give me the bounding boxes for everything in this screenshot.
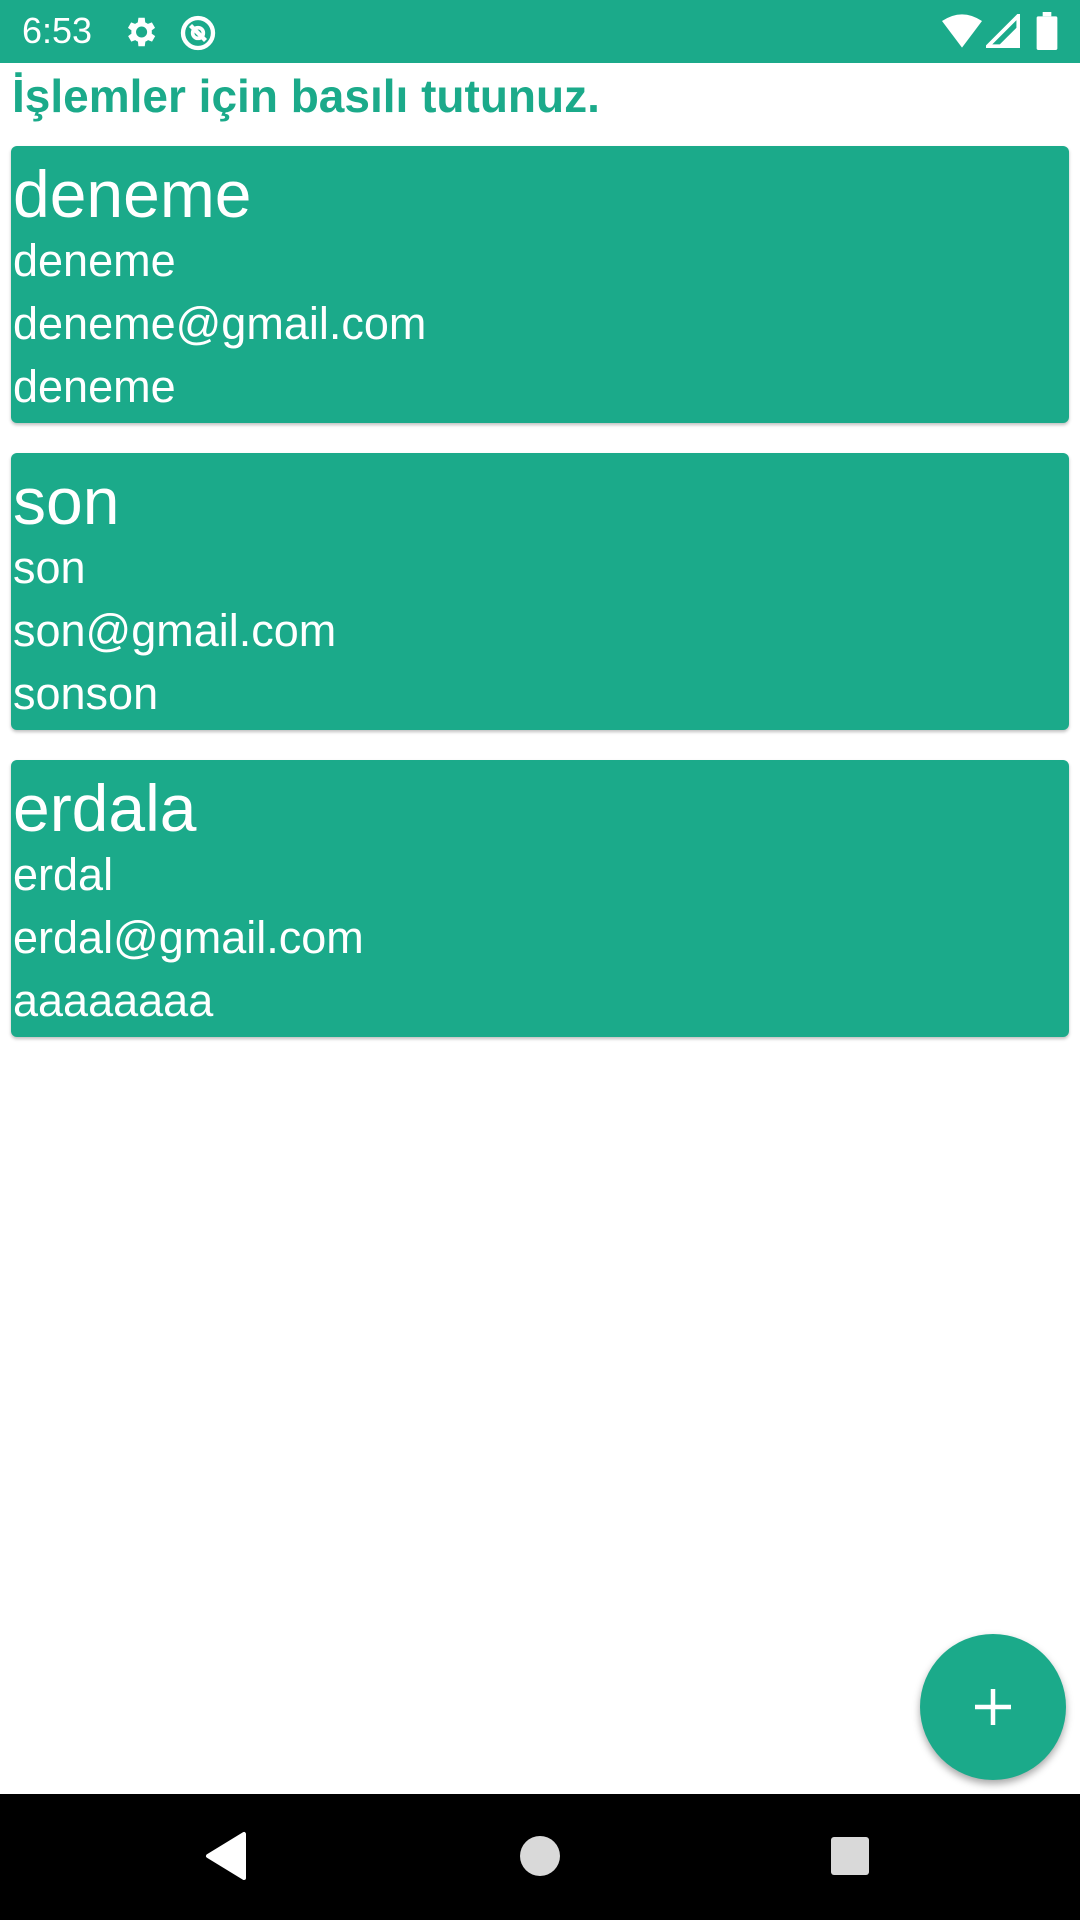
item-email: erdal@gmail.com (13, 912, 364, 963)
back-icon (206, 1832, 246, 1880)
item-title: deneme (13, 157, 252, 231)
item-title: son (13, 464, 120, 538)
plus-icon (975, 1689, 1011, 1725)
home-icon (520, 1836, 560, 1876)
status-bar: 6:53 (0, 0, 1080, 63)
battery-icon (1036, 12, 1058, 55)
item-email: deneme@gmail.com (13, 298, 427, 349)
item-name: deneme (13, 235, 176, 286)
item-name: son (13, 542, 86, 593)
list-item[interactable]: son son son@gmail.com sonson (11, 453, 1069, 730)
item-password: sonson (13, 668, 159, 719)
list-item[interactable]: deneme deneme deneme@gmail.com deneme (11, 146, 1069, 423)
item-password: aaaaaaaa (13, 975, 214, 1026)
back-button[interactable] (196, 1824, 260, 1888)
wifi-icon (942, 14, 982, 53)
item-title: erdala (13, 771, 197, 845)
navigation-bar (0, 1794, 1080, 1920)
item-name: erdal (13, 849, 114, 900)
item-password: deneme (13, 361, 176, 412)
add-button[interactable] (920, 1634, 1066, 1780)
do-not-disturb-icon (178, 13, 218, 58)
list-item[interactable]: erdala erdal erdal@gmail.com aaaaaaaa (11, 760, 1069, 1037)
status-time: 6:53 (22, 10, 93, 51)
signal-icon (983, 11, 1021, 53)
gear-icon (121, 13, 159, 56)
instruction-hint: İşlemler için basılı tutunuz. (12, 70, 600, 122)
item-email: son@gmail.com (13, 605, 337, 656)
recents-icon (831, 1837, 869, 1875)
recents-button[interactable] (818, 1824, 882, 1888)
home-button[interactable] (502, 1824, 578, 1888)
